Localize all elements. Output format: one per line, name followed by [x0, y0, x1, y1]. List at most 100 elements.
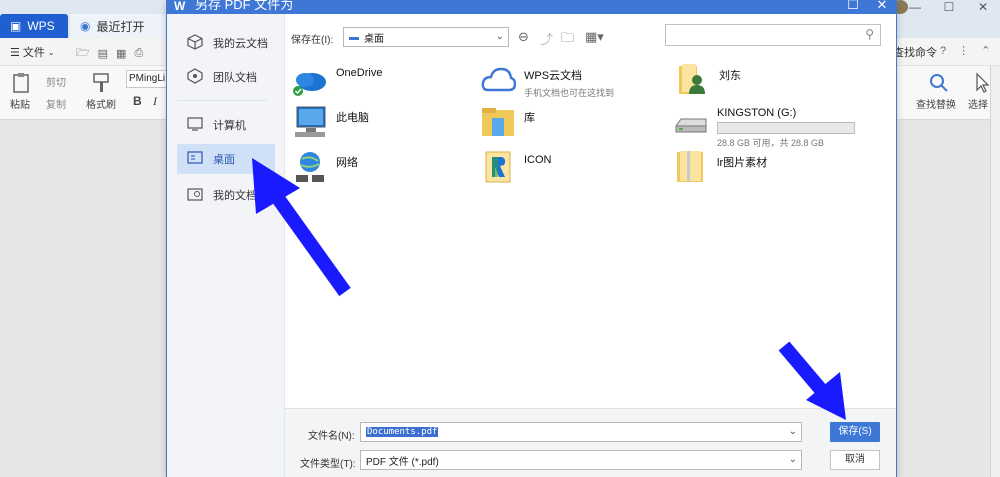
desktop-small-icon: ▬: [349, 31, 359, 43]
desktop-icon: [187, 150, 203, 169]
cancel-button[interactable]: 取消: [830, 450, 880, 470]
tab-recent-label: 最近打开: [96, 19, 145, 34]
wps-logo-icon: W: [174, 0, 186, 13]
item-name: OneDrive: [336, 67, 383, 79]
sidebar-item-computer[interactable]: 计算机: [177, 110, 275, 140]
recent-icon: ◉: [80, 19, 91, 33]
item-name: ICON: [524, 154, 552, 166]
paste-icon[interactable]: [10, 72, 32, 94]
item-name: 刘东: [719, 70, 741, 82]
network-icon: [292, 149, 328, 185]
chevron-down-icon: ⌄: [788, 426, 797, 437]
sidebar-item-label: 我的云文档: [213, 38, 268, 50]
list-item-library[interactable]: 库: [480, 104, 535, 140]
app-scrollbar[interactable]: [990, 66, 1000, 477]
list-item-user-folder[interactable]: 刘东: [675, 62, 741, 98]
list-item-lr-folder[interactable]: lr图片素材: [673, 149, 767, 185]
monitor-icon: [187, 116, 203, 135]
sidebar-item-label: 计算机: [213, 120, 246, 132]
list-item-wps-cloud[interactable]: WPS云文档 手机文档也可在这找到: [480, 62, 614, 99]
find-command[interactable]: 查找命令: [893, 44, 937, 60]
list-item-this-pc[interactable]: 此电脑: [292, 104, 369, 140]
filetype-select[interactable]: PDF 文件 (*.pdf) ⌄: [360, 450, 802, 470]
team-icon: [187, 67, 203, 87]
item-name: 此电脑: [336, 112, 369, 124]
find-replace-label[interactable]: 查找替换: [916, 96, 956, 111]
dialog-maximize-icon[interactable]: ☐: [843, 0, 863, 12]
select-label[interactable]: 选择: [968, 96, 988, 111]
format-painter-label[interactable]: 格式刷: [86, 96, 116, 111]
sidebar-item-label: 桌面: [213, 154, 235, 166]
collapse-icon[interactable]: ⌃: [981, 44, 990, 57]
sidebar-divider: [177, 100, 267, 101]
export-pdf-icon[interactable]: ▦: [116, 47, 126, 60]
sidebar-item-label: 我的文档: [213, 190, 257, 202]
open-icon[interactable]: 🗁: [76, 44, 90, 63]
cut-label[interactable]: 剪切: [46, 74, 66, 89]
folder-icon: [673, 149, 709, 185]
list-item-usb-drive[interactable]: KINGSTON (G:) 28.8 GB 可用，共 28.8 GB: [673, 102, 855, 149]
dialog-title-bar[interactable]: W 另存 PDF 文件为 ☐ ✕: [167, 0, 896, 14]
font-name-field[interactable]: PMingLi: [126, 70, 168, 88]
item-name: 库: [524, 112, 535, 124]
tab-wps[interactable]: ▣ WPS: [0, 14, 68, 38]
format-painter-icon[interactable]: [90, 72, 112, 94]
tab-wps-label: WPS: [27, 19, 55, 33]
path-bar: 保存在(I): ▬ 桌面 ⌄ ⊖ ⤴ 🗀 ▦▾ ⚲: [285, 14, 896, 54]
filename-input[interactable]: Documents.pdf ⌄: [360, 422, 802, 442]
file-menu[interactable]: ☰ 文件 ⌄: [10, 44, 55, 60]
search-input[interactable]: ⚲: [665, 24, 881, 46]
italic-button[interactable]: I: [153, 94, 157, 109]
sidebar-item-team-docs[interactable]: 团队文档: [177, 62, 275, 92]
dialog-title: 另存 PDF 文件为: [195, 0, 294, 12]
back-icon[interactable]: ⊖: [518, 29, 529, 45]
list-item-icon-folder[interactable]: ICON: [480, 149, 552, 185]
paste-label[interactable]: 粘贴: [10, 96, 30, 111]
pc-icon: [292, 104, 328, 140]
sidebar-item-label: 团队文档: [213, 72, 257, 84]
usb-drive-icon: [673, 102, 709, 138]
quick-access-toolbar: 🗁 ▤ ▦ ⎙: [76, 44, 143, 63]
item-name: 网络: [336, 157, 358, 169]
item-name: WPS云文档: [524, 70, 583, 82]
item-subtitle: 手机文档也可在这找到: [524, 88, 615, 98]
new-folder-icon[interactable]: 🗀: [561, 29, 574, 51]
view-menu-icon[interactable]: ▦▾: [585, 29, 604, 45]
list-item-network[interactable]: 网络: [292, 149, 358, 185]
hamburger-icon: ☰: [10, 46, 20, 59]
print-icon[interactable]: ⎙: [134, 47, 143, 60]
my-docs-icon: [187, 186, 203, 205]
bold-button[interactable]: B: [133, 94, 142, 108]
help-icon[interactable]: ?: [940, 45, 946, 57]
save-icon[interactable]: ▤: [98, 47, 108, 60]
close-icon[interactable]: ✕: [966, 0, 1000, 14]
save-button[interactable]: 保存(S): [830, 422, 880, 442]
sidebar-item-cloud-docs[interactable]: 我的云文档: [177, 28, 275, 58]
dialog-close-icon[interactable]: ✕: [872, 0, 892, 12]
more-icon[interactable]: ⋮: [958, 44, 969, 57]
drive-usage-bar: [717, 122, 855, 134]
save-in-combo[interactable]: ▬ 桌面 ⌄: [343, 27, 509, 47]
copy-label[interactable]: 复制: [46, 96, 66, 111]
font-name-value: PMingLi: [129, 73, 166, 84]
sidebar-item-desktop[interactable]: 桌面: [177, 144, 275, 174]
wps-logo-icon: ▣: [10, 19, 22, 33]
search-icon: ⚲: [865, 27, 874, 41]
chevron-down-icon: ⌄: [47, 47, 55, 57]
dialog-sidebar: 我的云文档 团队文档 计算机 桌面 我的文档: [167, 14, 285, 477]
find-replace-icon[interactable]: [928, 72, 950, 94]
tab-recent[interactable]: ◉ 最近打开: [70, 14, 170, 38]
minimize-icon[interactable]: —: [898, 0, 932, 14]
user-folder-icon: [675, 62, 711, 98]
sidebar-item-my-docs[interactable]: 我的文档: [177, 180, 275, 210]
save-in-label: 保存在(I):: [291, 35, 334, 46]
library-icon: [480, 104, 516, 140]
onedrive-icon: [292, 62, 328, 98]
maximize-icon[interactable]: ☐: [932, 0, 966, 14]
filename-value: Documents.pdf: [366, 427, 439, 437]
filetype-label: 文件类型(T):: [300, 459, 356, 470]
item-subtitle: 28.8 GB 可用，共 28.8 GB: [717, 138, 825, 148]
list-item-onedrive[interactable]: OneDrive: [292, 62, 382, 98]
up-folder-icon[interactable]: ⤴: [540, 29, 553, 48]
item-name: lr图片素材: [717, 157, 768, 169]
